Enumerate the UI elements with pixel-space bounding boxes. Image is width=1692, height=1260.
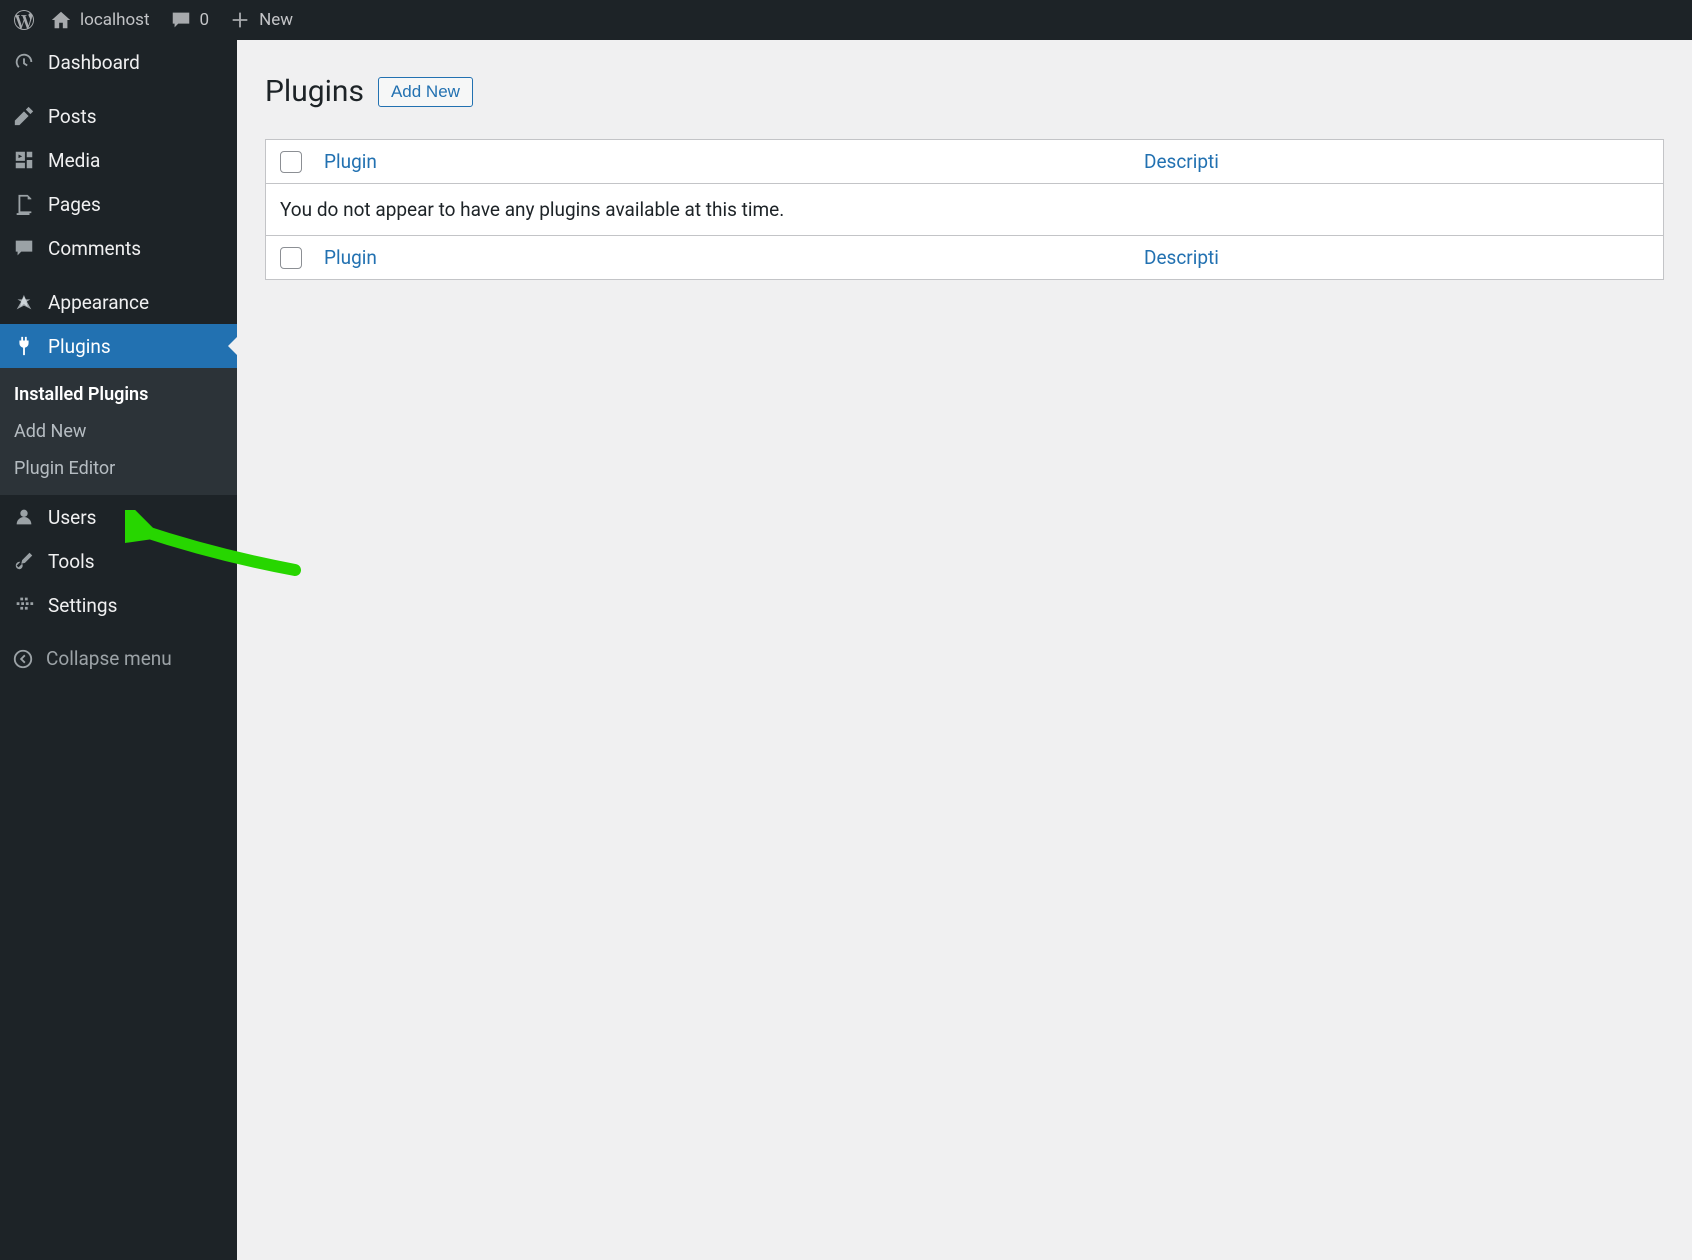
submenu-installed-plugins[interactable]: Installed Plugins	[0, 376, 237, 413]
menu-item-tools[interactable]: Tools	[0, 539, 237, 583]
select-all-checkbox-top[interactable]	[280, 151, 302, 173]
posts-icon	[12, 104, 36, 128]
plugins-table: Plugin Descripti You do not appear to ha…	[265, 139, 1664, 280]
menu-item-media[interactable]: Media	[0, 138, 237, 182]
collapse-menu[interactable]: Collapse menu	[0, 637, 237, 680]
table-empty-message: You do not appear to have any plugins av…	[266, 184, 1663, 235]
home-icon	[50, 9, 72, 31]
menu-item-users[interactable]: Users	[0, 495, 237, 539]
menu-label: Tools	[48, 550, 95, 573]
menu-label: Users	[48, 506, 96, 529]
wordpress-logo[interactable]	[8, 0, 40, 40]
col-footer-description[interactable]: Descripti	[1144, 246, 1649, 269]
menu-label: Comments	[48, 237, 141, 260]
table-footer-row: Plugin Descripti	[266, 235, 1663, 279]
appearance-icon	[12, 290, 36, 314]
page-title: Plugins	[265, 74, 364, 109]
select-all-checkbox-bottom[interactable]	[280, 247, 302, 269]
menu-label: Pages	[48, 193, 101, 216]
toolbar-site-link[interactable]: localhost	[40, 0, 160, 40]
menu-item-dashboard[interactable]: Dashboard	[0, 40, 237, 88]
pages-icon	[12, 192, 36, 216]
collapse-label: Collapse menu	[46, 647, 172, 670]
menu-item-posts[interactable]: Posts	[0, 94, 237, 138]
menu-item-settings[interactable]: Settings	[0, 583, 237, 631]
table-header-row: Plugin Descripti	[266, 140, 1663, 184]
collapse-icon	[12, 648, 34, 670]
menu-item-appearance[interactable]: Appearance	[0, 280, 237, 324]
toolbar-site-name: localhost	[80, 10, 150, 30]
toolbar-comments-count: 0	[200, 10, 210, 30]
plugins-icon	[12, 334, 36, 358]
submenu-add-new[interactable]: Add New	[0, 413, 237, 450]
add-new-button[interactable]: Add New	[378, 77, 473, 107]
dashboard-icon	[12, 50, 36, 74]
menu-item-pages[interactable]: Pages	[0, 182, 237, 226]
menu-label: Plugins	[48, 335, 111, 358]
menu-label: Dashboard	[48, 51, 140, 74]
comments-icon	[12, 236, 36, 260]
menu-label: Posts	[48, 105, 97, 128]
settings-icon	[12, 593, 36, 617]
users-icon	[12, 505, 36, 529]
col-header-plugin[interactable]: Plugin	[324, 150, 1144, 173]
plus-icon	[229, 9, 251, 31]
content-area: Plugins Add New Plugin Descripti You do …	[237, 40, 1692, 1260]
menu-item-comments[interactable]: Comments	[0, 226, 237, 274]
col-header-description[interactable]: Descripti	[1144, 150, 1649, 173]
plugins-submenu: Installed Plugins Add New Plugin Editor	[0, 368, 237, 495]
toolbar-new[interactable]: New	[219, 0, 303, 40]
submenu-plugin-editor[interactable]: Plugin Editor	[0, 450, 237, 487]
col-footer-plugin[interactable]: Plugin	[324, 246, 1144, 269]
page-header: Plugins Add New	[265, 52, 1664, 139]
menu-label: Media	[48, 149, 100, 172]
tools-icon	[12, 549, 36, 573]
menu-item-plugins[interactable]: Plugins	[0, 324, 237, 368]
menu-label: Appearance	[48, 291, 149, 314]
menu-label: Settings	[48, 594, 117, 617]
admin-toolbar: localhost 0 New	[0, 0, 1692, 40]
comment-icon	[170, 9, 192, 31]
toolbar-new-label: New	[259, 10, 293, 30]
admin-sidebar: Dashboard Posts Media Pages Comments App…	[0, 40, 237, 1260]
toolbar-comments[interactable]: 0	[160, 0, 220, 40]
media-icon	[12, 148, 36, 172]
